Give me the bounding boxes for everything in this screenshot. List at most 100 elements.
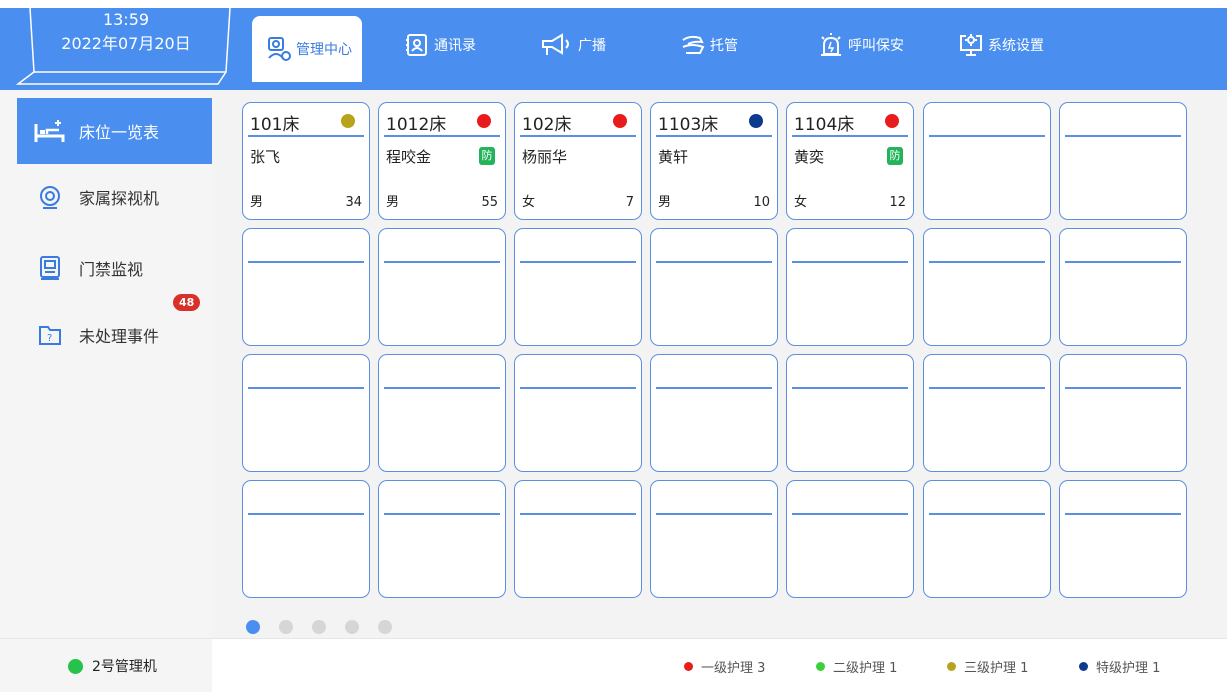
bed-card[interactable] — [514, 480, 642, 598]
app-window: 13:59 2022年07月20日 管理中心 通讯录 广播 托管 呼叫保安 系统… — [0, 0, 1227, 692]
card-divider — [1065, 135, 1181, 137]
bed-card[interactable] — [650, 480, 778, 598]
sidebar-item-label: 未处理事件 — [79, 327, 160, 346]
bed-card[interactable] — [378, 480, 506, 598]
tab-contacts[interactable]: 通讯录 — [404, 16, 476, 74]
tab-call-security[interactable]: 呼叫保安 — [818, 16, 904, 74]
tab-label: 托管 — [710, 38, 738, 54]
page-indicator-dot[interactable] — [312, 620, 326, 634]
card-divider — [1065, 261, 1181, 263]
clock-date: 2022年07月20日 — [61, 34, 191, 53]
bed-card[interactable] — [1059, 102, 1187, 220]
bed-card[interactable]: 1104床 黄奕 防女 12 — [786, 102, 914, 220]
bed-card[interactable] — [650, 228, 778, 346]
legend-item: 特级护理 1 — [1079, 657, 1160, 676]
bed-card[interactable] — [242, 354, 370, 472]
bed-card[interactable] — [1059, 228, 1187, 346]
tab-system-settings[interactable]: 系统设置 — [958, 16, 1044, 74]
bed-number: 1012床 — [386, 115, 447, 135]
machine-status: 2号管理机 — [0, 639, 212, 692]
sidebar-item-family-visit[interactable]: 家属探视机 — [17, 164, 212, 230]
sidebar-item-access-monitor[interactable]: 门禁监视 — [17, 235, 212, 301]
bed-card[interactable] — [514, 354, 642, 472]
bed-card[interactable] — [514, 228, 642, 346]
fall-prevention-badge: 防 — [479, 147, 495, 165]
contacts-icon — [404, 32, 430, 58]
bed-card[interactable]: 1012床 程咬金 防男 55 — [378, 102, 506, 220]
card-divider — [520, 387, 636, 389]
card-divider — [520, 261, 636, 263]
card-divider — [656, 387, 772, 389]
patient-gender: 男 — [250, 195, 264, 210]
patient-gender: 女 — [522, 195, 536, 210]
care-level-dot — [885, 114, 899, 128]
tab-label: 系统设置 — [988, 38, 1044, 54]
sidebar: 床位一览表 家属探视机 门禁监视 ? 未处理事件 48 — [0, 90, 212, 638]
tab-hosting[interactable]: 托管 — [680, 16, 738, 74]
bed-card[interactable] — [786, 480, 914, 598]
legend-label: 一级护理 3 — [701, 661, 766, 676]
settings-icon — [958, 32, 984, 58]
card-divider — [248, 135, 364, 137]
patient-gender: 男 — [658, 195, 672, 210]
folder-icon: ? — [33, 321, 67, 349]
patient-age: 34 — [345, 195, 362, 210]
camera-icon — [33, 183, 67, 211]
page-indicator-dot[interactable] — [246, 620, 260, 634]
sidebar-item-bed-list[interactable]: 床位一览表 — [17, 98, 212, 164]
card-divider — [792, 387, 908, 389]
online-status-dot — [68, 658, 83, 674]
card-divider — [929, 513, 1045, 515]
page-indicator-dot[interactable] — [378, 620, 392, 634]
patient-age: 10 — [753, 195, 770, 210]
card-divider — [656, 261, 772, 263]
card-divider — [248, 261, 364, 263]
page-indicator-dot[interactable] — [279, 620, 293, 634]
card-divider — [929, 135, 1045, 137]
card-divider — [384, 513, 500, 515]
legend-dot — [1079, 662, 1088, 671]
sidebar-item-label: 床位一览表 — [79, 123, 160, 142]
sidebar-item-unhandled-events[interactable]: ? 未处理事件 48 — [17, 294, 212, 368]
bed-card[interactable] — [1059, 480, 1187, 598]
bed-card[interactable] — [242, 228, 370, 346]
bed-card[interactable] — [923, 228, 1051, 346]
hosting-icon — [680, 32, 706, 58]
patient-name: 杨丽华 — [522, 148, 568, 166]
legend-item: 三级护理 1 — [947, 657, 1028, 676]
bed-card[interactable]: 102床 杨丽华女 7 — [514, 102, 642, 220]
tab-label: 广播 — [578, 38, 606, 54]
bed-card[interactable]: 101床 张飞男 34 — [242, 102, 370, 220]
card-divider — [656, 513, 772, 515]
bed-card[interactable] — [378, 228, 506, 346]
bed-number: 1103床 — [658, 115, 719, 135]
bed-grid: 101床 张飞男 34 1012床 程咬金防男 55 102床 杨丽华女 7 1103床 黄轩男 10… — [212, 90, 1227, 638]
bed-card[interactable] — [242, 480, 370, 598]
patient-name: 黄轩 — [658, 148, 689, 166]
legend-item: 二级护理 1 — [816, 657, 897, 676]
legend-item: 一级护理 3 — [684, 657, 765, 676]
bed-card[interactable] — [786, 228, 914, 346]
patient-age: 7 — [625, 195, 634, 210]
tab-broadcast[interactable]: 广播 — [540, 16, 606, 74]
card-divider — [248, 513, 364, 515]
tab-label: 通讯录 — [434, 38, 476, 54]
bed-number: 101床 — [250, 115, 300, 135]
care-level-dot — [477, 114, 491, 128]
page-indicator-dot[interactable] — [345, 620, 359, 634]
fall-prevention-badge: 防 — [887, 147, 903, 165]
bed-card[interactable] — [786, 354, 914, 472]
card-divider — [929, 387, 1045, 389]
bed-card[interactable]: 1103床黄轩男 10 — [650, 102, 778, 220]
bed-card[interactable] — [650, 354, 778, 472]
bed-card[interactable] — [923, 102, 1051, 220]
bed-card[interactable] — [1059, 354, 1187, 472]
bed-number: 1104床 — [794, 115, 855, 135]
machine-name: 2号管理机 — [92, 659, 157, 675]
card-divider — [929, 261, 1045, 263]
bed-card[interactable] — [923, 480, 1051, 598]
bed-card[interactable] — [378, 354, 506, 472]
patient-name: 黄奕 — [794, 148, 825, 166]
tab-admin-center[interactable]: 管理中心 — [252, 16, 362, 82]
bed-card[interactable] — [923, 354, 1051, 472]
